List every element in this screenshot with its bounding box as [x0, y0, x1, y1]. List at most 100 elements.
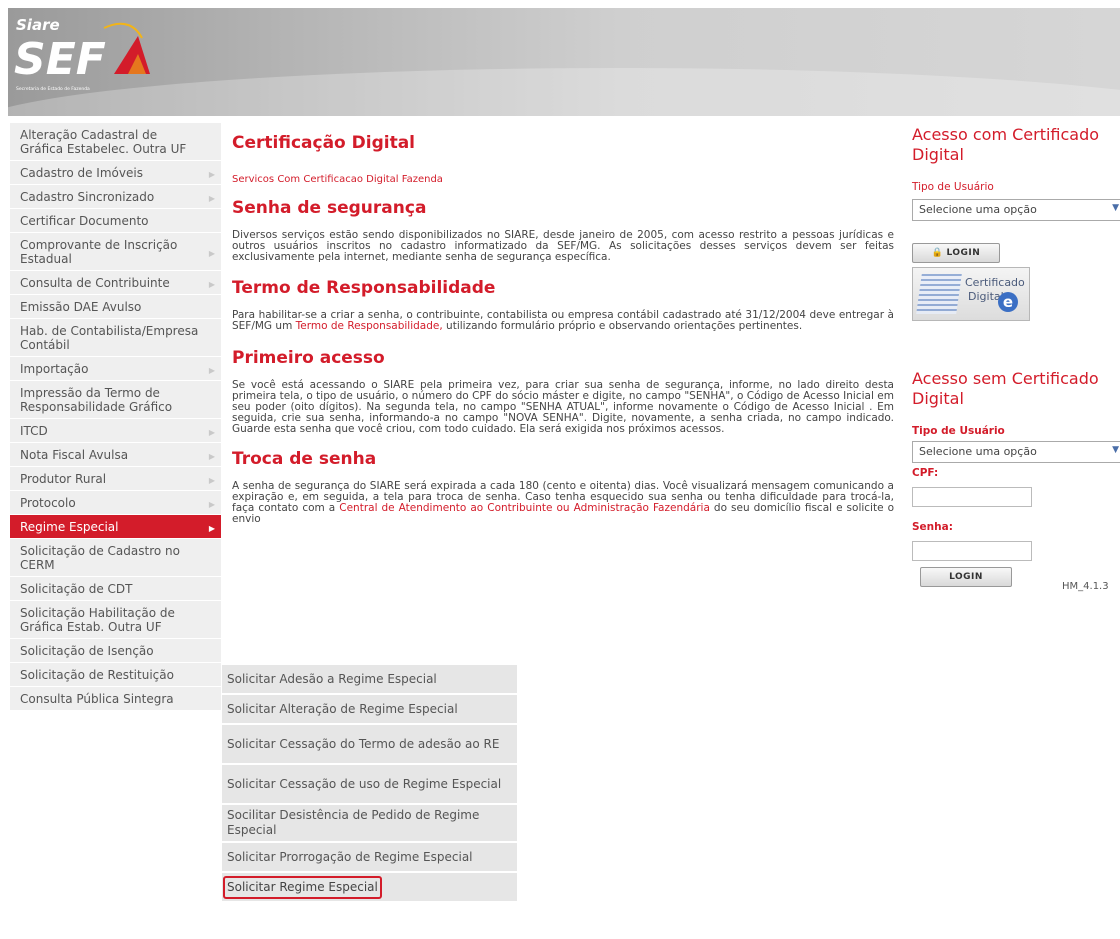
submenu-item[interactable]: Solicitar Adesão a Regime Especial: [222, 665, 517, 695]
menu-item-label: Alteração Cadastral de Gráfica Estabelec…: [20, 127, 187, 156]
menu-item-label: Consulta de Contribuinte: [20, 275, 170, 290]
page-title: Certificação Digital: [232, 133, 415, 153]
menu-item[interactable]: Nota Fiscal Avulsa ▶: [10, 443, 221, 467]
submenu-item-label: Solicitar Alteração de Regime Especial: [227, 701, 458, 716]
section-text-senha: Diversos serviços estão sendo disponibil…: [232, 229, 894, 263]
menu-item-label: ITCD: [20, 423, 48, 438]
menu-item[interactable]: Solicitação de Isenção: [10, 639, 221, 663]
section-text-primeiro: Se você está acessando o SIARE pela prim…: [232, 379, 894, 435]
menu-item-label: Consulta Pública Sintegra: [20, 691, 174, 706]
chevron-right-icon: ▶: [208, 451, 215, 461]
menu-item-label: Regime Especial: [20, 519, 119, 534]
submenu-item-label: Solicitar Regime Especial: [223, 875, 382, 899]
with-cert-select-value: Selecione uma opção: [919, 203, 1037, 216]
with-cert-heading: Acesso com Certificado Digital: [912, 125, 1100, 164]
chevron-right-icon: ▶: [208, 475, 215, 485]
svg-text:SEF: SEF: [14, 34, 106, 85]
with-cert-login-label: LOGIN: [946, 248, 981, 258]
submenu-item-label: Solicitar Adesão a Regime Especial: [227, 671, 437, 686]
chevron-right-icon: ▶: [208, 279, 215, 289]
menu-item[interactable]: Comprovante de Inscrição Estadual ▶: [10, 233, 221, 271]
menu-item[interactable]: Produtor Rural ▶: [10, 467, 221, 491]
siare-sef-logo[interactable]: Siare SEF Secretaria de Estado de Fazend…: [10, 10, 170, 110]
with-cert-login-button[interactable]: 🔒 LOGIN: [912, 243, 1000, 263]
section-heading-termo: Termo de Responsabilidade: [232, 278, 496, 298]
with-cert-user-type-label: Tipo de Usuário: [912, 181, 994, 193]
without-cert-user-type-select[interactable]: Selecione uma opção ▼: [912, 441, 1120, 463]
menu-item-label: Certificar Documento: [20, 213, 149, 228]
menu-item[interactable]: Solicitação Habilitação de Gráfica Estab…: [10, 601, 221, 639]
menu-item[interactable]: Importação ▶: [10, 357, 221, 381]
with-cert-user-type-select[interactable]: Selecione uma opção ▼: [912, 199, 1120, 221]
menu-item-label: Cadastro Sincronizado: [20, 189, 155, 204]
menu-item[interactable]: Consulta de Contribuinte ▶: [10, 271, 221, 295]
termo-responsabilidade-link[interactable]: Termo de Responsabilidade,: [296, 320, 443, 332]
menu-item[interactable]: ITCD ▶: [10, 419, 221, 443]
menu-item[interactable]: Emissão DAE Avulso: [10, 295, 221, 319]
chevron-right-icon: ▶: [208, 427, 215, 437]
certificate-lines-icon: [916, 274, 962, 314]
section-heading-senha: Senha de segurança: [232, 198, 427, 218]
menu-item-label: Nota Fiscal Avulsa: [20, 447, 129, 462]
menu-item[interactable]: Certificar Documento: [10, 209, 221, 233]
badge-line1: Certificado: [965, 276, 1025, 289]
submenu-item[interactable]: Socilitar Desistência de Pedido de Regim…: [222, 805, 517, 843]
submenu-item[interactable]: Solicitar Cessação de uso de Regime Espe…: [222, 765, 517, 805]
menu-item[interactable]: Solicitação de Restituição: [10, 663, 221, 687]
without-cert-login-button[interactable]: LOGIN: [920, 567, 1012, 587]
e-seal-icon: e: [998, 292, 1018, 312]
regime-especial-submenu: Solicitar Adesão a Regime Especial Solici…: [222, 665, 517, 903]
menu-item-label: Solicitação Habilitação de Gráfica Estab…: [20, 605, 175, 634]
chevron-right-icon: ▶: [208, 248, 215, 258]
menu-item-label: Comprovante de Inscrição Estadual: [20, 237, 178, 266]
certificado-digital-badge[interactable]: Certificado Digital e: [912, 267, 1030, 321]
submenu-item[interactable]: Solicitar Alteração de Regime Especial: [222, 695, 517, 725]
cpf-label: CPF:: [912, 467, 939, 479]
menu-item[interactable]: Hab. de Contabilista/Empresa Contábil: [10, 319, 221, 357]
chevron-right-icon: ▶: [208, 523, 215, 533]
without-cert-select-value: Selecione uma opção: [919, 445, 1037, 458]
chevron-right-icon: ▶: [208, 169, 215, 179]
menu-item[interactable]: Solicitação de Cadastro no CERM: [10, 539, 221, 577]
submenu-item-label: Solicitar Cessação de uso de Regime Espe…: [227, 776, 502, 791]
cert-services-link[interactable]: Servicos Com Certificacao Digital Fazend…: [232, 174, 443, 185]
chevron-right-icon: ▶: [208, 193, 215, 203]
main-content: Certificação Digital Servicos Com Certif…: [232, 123, 902, 525]
submenu-item[interactable]: Solicitar Cessação do Termo de adesão ao…: [222, 725, 517, 765]
left-navigation-menu: Alteração Cadastral de Gráfica Estabelec…: [10, 123, 221, 711]
termo-text-after: utilizando formulário próprio e observan…: [442, 320, 803, 332]
without-cert-user-type-label: Tipo de Usuário: [912, 425, 1005, 437]
cpf-input[interactable]: [912, 487, 1032, 507]
chevron-down-icon: ▼: [1112, 445, 1119, 455]
menu-item[interactable]: Consulta Pública Sintegra: [10, 687, 221, 711]
header-swoosh: [8, 68, 1120, 116]
without-cert-heading: Acesso sem Certificado Digital: [912, 369, 1099, 408]
without-cert-login-label: LOGIN: [949, 572, 983, 582]
password-label: Senha:: [912, 521, 953, 533]
menu-item-label: Importação: [20, 361, 89, 376]
submenu-item[interactable]: Solicitar Prorrogação de Regime Especial: [222, 843, 517, 873]
menu-item[interactable]: Solicitação de CDT: [10, 577, 221, 601]
section-text-troca: A senha de segurança do SIARE será expir…: [232, 481, 894, 525]
svg-text:Siare: Siare: [16, 16, 60, 34]
menu-item[interactable]: Cadastro de Imóveis ▶: [10, 161, 221, 185]
version-label: HM_4.1.3: [1062, 581, 1109, 592]
menu-item[interactable]: Alteração Cadastral de Gráfica Estabelec…: [10, 123, 221, 161]
central-atendimento-link[interactable]: Central de Atendimento ao Contribuinte o…: [339, 502, 710, 514]
menu-item-label: Solicitação de Restituição: [20, 667, 174, 682]
menu-item[interactable]: Cadastro Sincronizado ▶: [10, 185, 221, 209]
menu-item[interactable]: Impressão da Termo de Responsabilidade G…: [10, 381, 221, 419]
logo-graphic: Siare SEF Secretaria de Estado de Fazend…: [14, 16, 150, 92]
site-header: Siare SEF Secretaria de Estado de Fazend…: [8, 8, 1120, 116]
menu-item[interactable]: Protocolo ▶: [10, 491, 221, 515]
menu-item[interactable]: Regime Especial ▶: [10, 515, 221, 539]
section-text-termo: Para habilitar-se a criar a senha, o con…: [232, 310, 894, 332]
menu-item-label: Solicitação de Isenção: [20, 643, 154, 658]
password-input[interactable]: [912, 541, 1032, 561]
menu-item-label: Solicitação de CDT: [20, 581, 133, 596]
chevron-right-icon: ▶: [208, 365, 215, 375]
menu-item-label: Protocolo: [20, 495, 76, 510]
submenu-item[interactable]: Solicitar Regime Especial: [222, 873, 517, 903]
chevron-down-icon: ▼: [1112, 203, 1119, 213]
menu-item-label: Produtor Rural: [20, 471, 107, 486]
